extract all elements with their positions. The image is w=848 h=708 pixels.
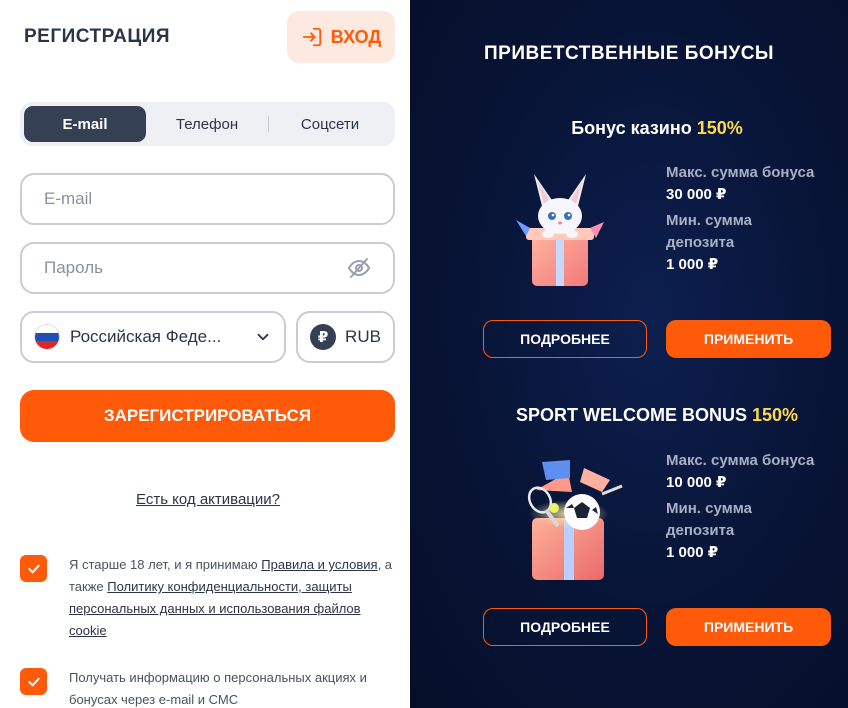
- min-deposit-label: Мин. сумма депозита: [666, 212, 752, 251]
- min-deposit-value: 1 000 ₽: [666, 544, 719, 561]
- registration-panel: РЕГИСТРАЦИЯ ВХОД E-mail Телефон Соцсети …: [0, 0, 410, 708]
- max-bonus-value: 10 000 ₽: [666, 474, 727, 491]
- currency-value: RUB: [345, 327, 381, 346]
- min-deposit-label: Мин. сумма депозита: [666, 500, 752, 539]
- apply-button-sport[interactable]: ПРИМЕНИТЬ: [666, 608, 831, 646]
- checkmark-icon: [27, 677, 40, 686]
- bonus-info-casino: Макс. сумма бонуса 30 000 ₽ Мин. сумма д…: [666, 162, 814, 280]
- bonus-title-casino: Бонус казино 150%: [410, 118, 848, 139]
- bonus-title-text: Бонус казино: [571, 118, 692, 138]
- marketing-consent-text: Получать информацию о персональных акция…: [69, 670, 367, 707]
- sport-gift-image: [527, 460, 623, 580]
- terms-checkbox[interactable]: [20, 555, 47, 582]
- registration-title: РЕГИСТРАЦИЯ: [24, 26, 171, 47]
- russia-flag-icon: [34, 324, 60, 350]
- chevron-down-icon: [257, 333, 269, 341]
- fox-gift-image: [516, 174, 604, 286]
- bonus-percent: 150%: [696, 118, 743, 138]
- max-bonus-label: Макс. сумма бонуса: [666, 452, 815, 469]
- currency-select[interactable]: ₽ RUB: [296, 311, 395, 363]
- activation-code-link[interactable]: Есть код активации?: [0, 491, 416, 508]
- max-bonus-value: 30 000 ₽: [666, 186, 727, 203]
- login-arrow-icon: [302, 27, 321, 47]
- marketing-checkbox[interactable]: [20, 668, 47, 695]
- email-placeholder: E-mail: [44, 189, 93, 208]
- checkmark-icon: [27, 564, 40, 573]
- bonus-heading: ПРИВЕТСТВЕННЫЕ БОНУСЫ: [483, 43, 775, 64]
- email-field[interactable]: E-mail: [20, 173, 395, 225]
- register-button[interactable]: ЗАРЕГИСТРИРОВАТЬСЯ: [20, 390, 395, 442]
- password-field[interactable]: Пароль: [20, 242, 395, 294]
- registration-method-tabs: E-mail Телефон Соцсети: [20, 102, 395, 146]
- country-value: Российская Феде...: [70, 327, 222, 346]
- tab-social[interactable]: Соцсети: [269, 106, 391, 142]
- bonus-percent: 150%: [751, 405, 799, 425]
- apply-button-casino[interactable]: ПРИМЕНИТЬ: [666, 320, 831, 358]
- bonus-title-sport: SPORT WELCOME BONUS 150%: [410, 405, 848, 426]
- password-placeholder: Пароль: [44, 258, 103, 277]
- ruble-icon: ₽: [310, 324, 337, 350]
- details-button-sport[interactable]: ПОДРОБНЕЕ: [483, 608, 647, 646]
- eye-off-icon[interactable]: [347, 256, 371, 280]
- privacy-policy-link[interactable]: Политику конфиденциальности, защиты перс…: [69, 579, 361, 638]
- terms-link[interactable]: Правила и условия: [261, 557, 377, 572]
- bonus-title-text: SPORT WELCOME BONUS: [515, 405, 747, 425]
- bonus-panel: ПРИВЕТСТВЕННЫЕ БОНУСЫ Бонус казино 150% …: [410, 0, 848, 708]
- bonus-info-sport: Макс. сумма бонуса 10 000 ₽ Мин. сумма д…: [666, 450, 814, 568]
- country-select[interactable]: Российская Феде...: [20, 311, 286, 363]
- tab-phone[interactable]: Телефон: [146, 106, 268, 142]
- terms-consent-text: Я старше 18 лет, и я принимаю Правила и …: [69, 554, 399, 642]
- tab-email[interactable]: E-mail: [24, 106, 146, 142]
- max-bonus-label: Макс. сумма бонуса: [666, 164, 815, 181]
- login-label: ВХОД: [330, 26, 382, 47]
- details-button-casino[interactable]: ПОДРОБНЕЕ: [483, 320, 647, 358]
- min-deposit-value: 1 000 ₽: [666, 256, 719, 273]
- terms-prefix: Я старше 18 лет, и я принимаю: [69, 557, 262, 572]
- login-button[interactable]: ВХОД: [287, 11, 395, 63]
